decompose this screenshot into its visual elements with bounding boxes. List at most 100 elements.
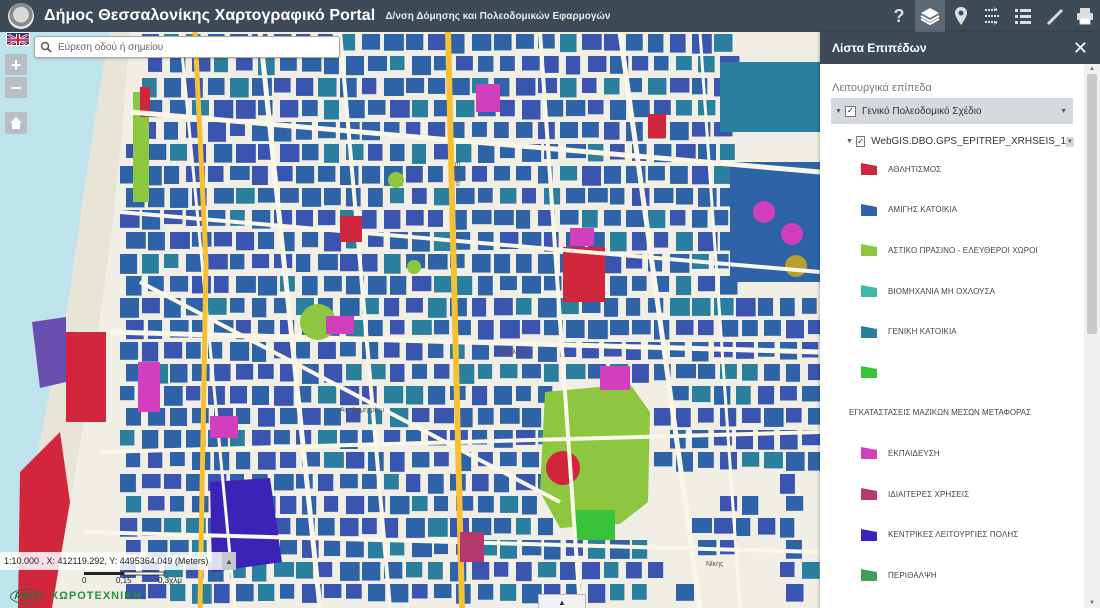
land-use-block (274, 386, 294, 406)
expand-triangle-icon[interactable]: ▼ (846, 138, 853, 145)
land-use-block (170, 496, 185, 512)
legend-label: ΚΕΝΤΡΙΚΕΣ ΛΕΙΤΟΥΡΓΙΕΣ ΠΟΛΗΣ (888, 530, 1019, 540)
land-use-block (390, 276, 407, 295)
panel-scrollbar[interactable]: ▲ ▼ (1084, 64, 1100, 608)
land-use-block (362, 34, 380, 50)
expand-triangle-icon[interactable]: ▼ (835, 108, 842, 115)
legend-label: ΑΣΤΙΚΟ ΠΡΑΣΙΝΟ - ΕΛΕΥΘΕΡΟΙ ΧΩΡΟΙ (888, 245, 1038, 255)
land-use-block (412, 56, 431, 76)
legend-swatch (861, 488, 877, 501)
layer-row[interactable]: ▼ ✓ WebGIS.DBO.GPS_EPITREP_XRHSEIS_1 ▼ (842, 136, 1084, 147)
coordinate-text: 1:10.000 , X: 412119.292, Y: 4495364.049… (4, 556, 209, 566)
zoom-out-button[interactable]: − (5, 77, 27, 98)
land-use-block (604, 78, 620, 95)
search-box[interactable] (34, 36, 340, 58)
land-use-block (588, 56, 607, 72)
scroll-down-icon[interactable]: ▼ (1084, 598, 1100, 608)
land-use-block (494, 210, 514, 226)
land-use-block (346, 496, 365, 515)
land-use-block (472, 34, 492, 51)
land-use-block (632, 100, 650, 118)
land-use-block (588, 540, 606, 559)
land-use-block (500, 452, 517, 467)
land-use-block (368, 56, 387, 71)
zoom-in-button[interactable]: + (5, 54, 27, 75)
land-use-block (632, 232, 647, 251)
land-use-block (142, 342, 159, 362)
land-use-block (736, 298, 756, 317)
route-button[interactable] (977, 0, 1007, 32)
list-button[interactable] (1008, 0, 1038, 32)
land-use-block (472, 298, 487, 317)
land-use-block (280, 56, 297, 71)
search-input[interactable] (56, 40, 330, 54)
land-use-block (296, 342, 310, 359)
layer-checkbox[interactable]: ✓ (855, 136, 866, 147)
layers-button[interactable] (915, 0, 945, 32)
land-use-block (214, 232, 232, 247)
locate-button[interactable] (946, 0, 976, 32)
land-use-block (362, 474, 377, 489)
land-use-block (368, 100, 386, 115)
land-use-block (456, 100, 475, 118)
group-menu-icon[interactable]: ▼ (1060, 108, 1067, 115)
land-use-block (208, 254, 228, 270)
land-use-block (780, 562, 795, 577)
land-use-block (582, 78, 597, 93)
help-button[interactable]: ? (884, 0, 914, 32)
land-use-block (126, 320, 144, 340)
land-use-block (654, 232, 669, 248)
land-use-block (236, 408, 251, 424)
land-use-block (494, 166, 510, 181)
print-button[interactable] (1070, 0, 1100, 32)
land-use-block (340, 474, 358, 489)
land-use-block (302, 276, 318, 296)
bottom-panel-toggle[interactable]: ▲ (538, 594, 586, 608)
land-use-block (148, 320, 163, 339)
land-use-block (346, 540, 364, 558)
coords-toggle-button[interactable]: ▲ (222, 552, 236, 570)
land-use-block (142, 430, 159, 450)
toolbar: ? (883, 0, 1100, 32)
land-use-block (478, 276, 493, 296)
close-icon[interactable]: ✕ (1073, 38, 1088, 59)
block-sport-center (563, 247, 605, 302)
legend-item: ΙΔΙΑΙΤΕΡΕΣ ΧΡΗΣΕΙΣ (820, 474, 1084, 515)
land-use-block (170, 452, 185, 467)
measure-button[interactable] (1039, 0, 1069, 32)
home-button[interactable] (5, 112, 27, 134)
land-use-block (384, 210, 401, 229)
land-use-block (236, 188, 255, 204)
land-use-block (170, 100, 187, 116)
land-use-block (296, 562, 314, 579)
scroll-thumb[interactable] (1087, 74, 1097, 334)
land-use-block (610, 320, 629, 336)
land-use-block (390, 188, 404, 204)
land-use-block (522, 496, 537, 515)
land-use-block (368, 188, 383, 207)
scroll-up-icon[interactable]: ▲ (1084, 64, 1100, 74)
map-view[interactable]: Εγνατία Βούλγαρη Νίκης Αγ. Δημητρίου + −… (0, 32, 820, 608)
group-checkbox[interactable]: ✓ (844, 105, 856, 117)
municipality-logo (8, 3, 34, 29)
land-use-block (362, 78, 377, 95)
map-canvas[interactable]: Εγνατία Βούλγαρη Νίκης Αγ. Δημητρίου (0, 32, 820, 608)
land-use-block (588, 584, 606, 603)
layer-group-row[interactable]: ▼ ✓ Γενικό Πολεοδομικό Σχέδιο ▼ (831, 98, 1073, 124)
land-use-block (714, 210, 729, 226)
block-special-1 (460, 532, 484, 562)
land-use-block (676, 232, 693, 251)
land-use-block (500, 496, 519, 513)
land-use-block (428, 210, 443, 227)
legend-swatch (861, 325, 877, 338)
block-education-port (138, 362, 160, 412)
land-use-block (632, 320, 651, 335)
land-use-block (582, 122, 599, 138)
land-use-block (362, 518, 377, 535)
land-use-block (280, 188, 299, 203)
layer-menu-icon[interactable]: ▼ (1066, 136, 1074, 147)
language-flag-uk[interactable] (6, 32, 30, 46)
land-use-block (164, 166, 180, 184)
land-use-block (148, 232, 165, 251)
land-use-block (302, 100, 318, 117)
